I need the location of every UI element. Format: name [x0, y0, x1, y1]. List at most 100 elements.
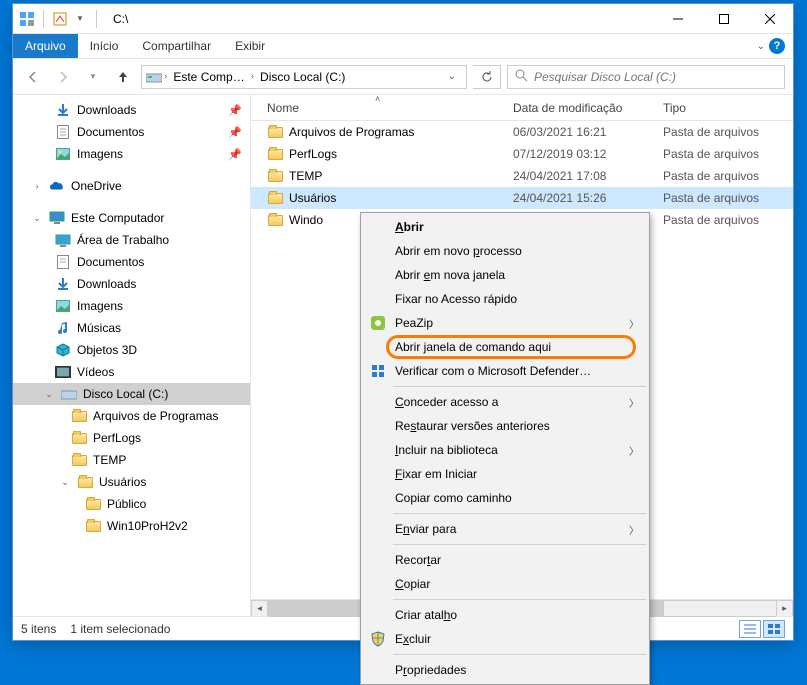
- defender-icon: [369, 362, 387, 380]
- ctx-pin-quick-access[interactable]: Fixar no Acesso rápido: [363, 287, 647, 311]
- nav-videos[interactable]: Vídeos: [13, 361, 250, 383]
- tab-file[interactable]: Arquivo: [13, 34, 78, 58]
- nav-documentos-pc[interactable]: Documentos: [13, 251, 250, 273]
- nav-imagens[interactable]: Imagens📌: [13, 143, 250, 165]
- nav-this-pc[interactable]: ⌄ Este Computador: [13, 207, 250, 229]
- col-type[interactable]: Tipo: [663, 101, 793, 115]
- folder-icon: [267, 190, 283, 206]
- tab-home[interactable]: Início: [78, 34, 131, 58]
- ctx-restore-versions[interactable]: Restaurar versões anteriores: [363, 414, 647, 438]
- ctx-delete[interactable]: Excluir: [363, 627, 647, 651]
- pc-icon: [49, 210, 65, 226]
- submenu-arrow-icon: 〉: [629, 395, 639, 410]
- ctx-create-shortcut[interactable]: Criar atalho: [363, 603, 647, 627]
- crumb-drive-c[interactable]: Disco Local (C:): [256, 70, 349, 84]
- peazip-icon: [369, 314, 387, 332]
- sort-indicator-icon: ˄: [375, 94, 380, 104]
- ribbon-expand-icon[interactable]: ⌄: [757, 41, 765, 52]
- ctx-open-new-window[interactable]: Abrir em nova janela: [363, 263, 647, 287]
- nav-imagens-pc[interactable]: Imagens: [13, 295, 250, 317]
- folder-icon: [267, 168, 283, 184]
- nav-publico[interactable]: Público: [13, 493, 250, 515]
- scroll-left-button[interactable]: ◂: [251, 600, 268, 617]
- col-name[interactable]: Nome: [267, 101, 513, 115]
- drive-icon: [61, 386, 77, 402]
- nav-back-button[interactable]: [21, 65, 45, 89]
- folder-icon: [71, 408, 87, 424]
- help-icon[interactable]: ?: [769, 38, 785, 54]
- objects3d-icon: [55, 342, 71, 358]
- nav-recent-dropdown[interactable]: ▾: [81, 65, 105, 89]
- refresh-button[interactable]: [473, 65, 501, 89]
- tab-view[interactable]: Exibir: [223, 34, 277, 58]
- onedrive-icon: [49, 178, 65, 194]
- nav-onedrive[interactable]: › OneDrive: [13, 175, 250, 197]
- search-icon: [514, 68, 528, 85]
- minimize-button[interactable]: [655, 4, 701, 34]
- tab-share[interactable]: Compartilhar: [130, 34, 223, 58]
- pin-icon: 📌: [228, 126, 242, 139]
- window-title: C:\: [113, 12, 128, 26]
- ctx-give-access[interactable]: Conceder acesso a〉: [363, 390, 647, 414]
- ctx-properties[interactable]: Propriedades: [363, 658, 647, 682]
- column-headers[interactable]: ˄ Nome Data de modificação Tipo: [251, 95, 793, 121]
- nav-temp[interactable]: TEMP: [13, 449, 250, 471]
- qat-dropdown-icon[interactable]: ▾: [72, 11, 88, 27]
- nav-desktop[interactable]: Área de Trabalho: [13, 229, 250, 251]
- ctx-pin-start[interactable]: Fixar em Iniciar: [363, 462, 647, 486]
- ctx-open[interactable]: Abrir: [363, 215, 647, 239]
- nav-forward-button[interactable]: [51, 65, 75, 89]
- qat-properties-icon[interactable]: [52, 11, 68, 27]
- collapse-icon[interactable]: ⌄: [43, 389, 55, 400]
- ctx-send-to[interactable]: Enviar para〉: [363, 517, 647, 541]
- breadcrumb[interactable]: › Este Comp… › Disco Local (C:) ⌄: [141, 65, 467, 89]
- nav-objetos3d[interactable]: Objetos 3D: [13, 339, 250, 361]
- nav-musicas[interactable]: Músicas: [13, 317, 250, 339]
- desktop-icon: [55, 232, 71, 248]
- breadcrumb-dropdown-icon[interactable]: ⌄: [442, 71, 462, 82]
- scroll-right-button[interactable]: ▸: [776, 600, 793, 617]
- close-button[interactable]: [747, 4, 793, 34]
- file-row[interactable]: PerfLogs 07/12/2019 03:12 Pasta de arqui…: [251, 143, 793, 165]
- collapse-icon[interactable]: ⌄: [31, 213, 43, 224]
- nav-arquivos-programas[interactable]: Arquivos de Programas: [13, 405, 250, 427]
- folder-icon: [267, 124, 283, 140]
- videos-icon: [55, 364, 71, 380]
- nav-documentos[interactable]: Documentos📌: [13, 121, 250, 143]
- folder-icon: [85, 518, 101, 534]
- file-row[interactable]: Usuários 24/04/2021 15:26 Pasta de arqui…: [251, 187, 793, 209]
- nav-downloads[interactable]: Downloads📌: [13, 99, 250, 121]
- nav-perflogs[interactable]: PerfLogs: [13, 427, 250, 449]
- ctx-copy[interactable]: Copiar: [363, 572, 647, 596]
- ctx-cut[interactable]: Recortar: [363, 548, 647, 572]
- ctx-open-new-process[interactable]: Abrir em novo processo: [363, 239, 647, 263]
- file-row[interactable]: Arquivos de Programas 06/03/2021 16:21 P…: [251, 121, 793, 143]
- nav-win10proh[interactable]: Win10ProH2v2: [13, 515, 250, 537]
- search-input[interactable]: [534, 70, 778, 84]
- pictures-icon: [55, 298, 71, 314]
- collapse-icon[interactable]: ⌄: [59, 477, 71, 488]
- nav-disco-c[interactable]: ⌄ Disco Local (C:): [13, 383, 250, 405]
- crumb-this-pc[interactable]: Este Comp…: [169, 70, 248, 84]
- folder-icon: [71, 430, 87, 446]
- ctx-peazip[interactable]: PeaZip〉: [363, 311, 647, 335]
- ctx-include-library[interactable]: Incluir na biblioteca〉: [363, 438, 647, 462]
- nav-downloads-pc[interactable]: Downloads: [13, 273, 250, 295]
- folder-icon: [267, 212, 283, 228]
- ctx-copy-path[interactable]: Copiar como caminho: [363, 486, 647, 510]
- drive-icon: [146, 69, 162, 85]
- context-menu: Abrir Abrir em novo processo Abrir em no…: [360, 212, 650, 685]
- ctx-open-cmd-here[interactable]: Abrir janela de comando aqui: [363, 335, 647, 359]
- col-date[interactable]: Data de modificação: [513, 101, 663, 115]
- maximize-button[interactable]: [701, 4, 747, 34]
- submenu-arrow-icon: 〉: [629, 316, 639, 331]
- nav-up-button[interactable]: [111, 65, 135, 89]
- submenu-arrow-icon: 〉: [629, 522, 639, 537]
- nav-usuarios[interactable]: ⌄ Usuários: [13, 471, 250, 493]
- file-row[interactable]: TEMP 24/04/2021 17:08 Pasta de arquivos: [251, 165, 793, 187]
- view-large-icons-button[interactable]: [763, 620, 785, 638]
- ctx-defender-scan[interactable]: Verificar com o Microsoft Defender…: [363, 359, 647, 383]
- view-details-button[interactable]: [739, 620, 761, 638]
- expand-icon[interactable]: ›: [31, 181, 43, 191]
- search-box[interactable]: [507, 65, 785, 89]
